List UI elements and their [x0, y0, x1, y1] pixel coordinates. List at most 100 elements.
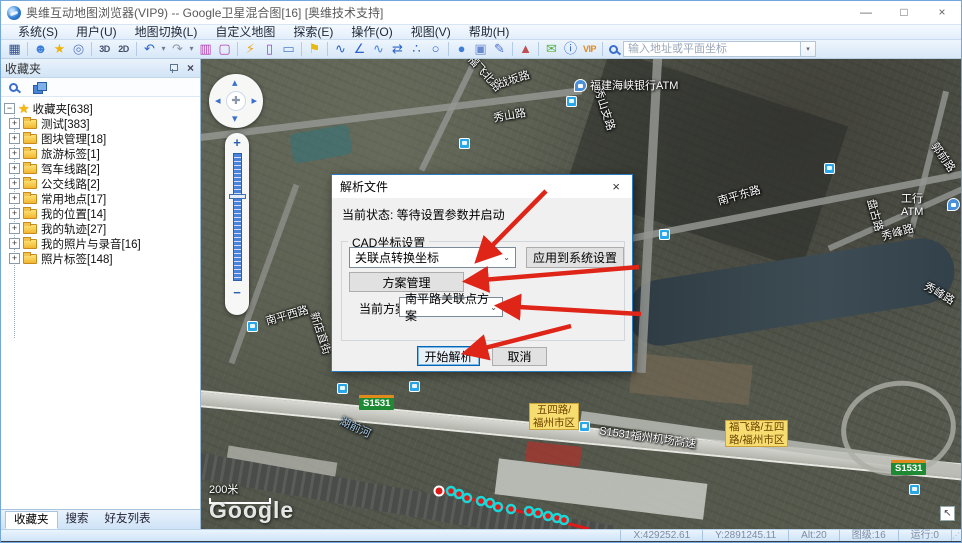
collapse-icon[interactable]: − — [4, 103, 15, 114]
pin-icon[interactable] — [169, 64, 177, 72]
angle-icon[interactable]: ∠ — [350, 40, 369, 58]
expand-icon[interactable]: + — [9, 223, 20, 234]
sidebar-tab-0[interactable]: 收藏夹 — [5, 511, 58, 529]
dialog-close-icon[interactable]: × — [608, 179, 624, 194]
sidebar-tab-1[interactable]: 搜索 — [58, 511, 97, 529]
transit-marker[interactable] — [337, 383, 348, 394]
tree-item-7[interactable]: +我的轨迹[27] — [1, 221, 200, 236]
transit-marker[interactable] — [247, 321, 258, 332]
placemark-flag-icon[interactable]: ⚑ — [305, 40, 324, 58]
menu-item-4[interactable]: 探索(E) — [284, 25, 342, 40]
signal-tower-icon[interactable]: ▲ — [516, 40, 535, 58]
track-point[interactable] — [455, 490, 463, 498]
menu-item-2[interactable]: 地图切换(L) — [126, 25, 207, 40]
panel-close-icon[interactable]: × — [187, 62, 194, 74]
zoom-in-button[interactable]: + — [233, 133, 241, 151]
selection-icon[interactable]: ▢ — [215, 40, 234, 58]
resize-grip-icon[interactable]: ⋰ — [951, 530, 961, 541]
undo-icon[interactable]: ↶ — [140, 40, 159, 58]
tree-item-9[interactable]: +照片标签[148] — [1, 251, 200, 266]
menu-item-5[interactable]: 操作(O) — [342, 25, 401, 40]
toggle-3d-2d-icon[interactable]: 2D — [114, 40, 133, 58]
pencil-icon[interactable]: ✎ — [490, 40, 509, 58]
tree-root-favorites[interactable]: −★收藏夹[638] — [1, 101, 200, 116]
ruler-icon[interactable]: ▯ — [260, 40, 279, 58]
apply-to-system-button[interactable]: 应用到系统设置 — [526, 247, 624, 268]
zoom-slider[interactable]: + − — [225, 133, 249, 315]
view-3d-icon[interactable]: 3D — [95, 40, 114, 58]
tree-item-8[interactable]: +我的照片与录音[16] — [1, 236, 200, 251]
expand-icon[interactable]: + — [9, 133, 20, 144]
pan-down-icon[interactable]: ▾ — [232, 114, 238, 124]
close-button[interactable]: × — [923, 1, 961, 24]
dots-path-icon[interactable]: ∴ — [407, 40, 426, 58]
track-point[interactable] — [447, 487, 455, 495]
tree-item-6[interactable]: +我的位置[14] — [1, 206, 200, 221]
start-parse-button[interactable]: 开始解析 — [417, 346, 480, 366]
sphere-icon[interactable]: ● — [452, 40, 471, 58]
expand-icon[interactable]: + — [9, 208, 20, 219]
user-icon[interactable]: ☻ — [31, 40, 50, 58]
tree-item-2[interactable]: +旅游标签[1] — [1, 146, 200, 161]
transit-marker[interactable] — [659, 229, 670, 240]
search-input[interactable] — [623, 41, 801, 57]
redo-caret-icon[interactable]: ▾ — [187, 40, 196, 58]
delete-icon[interactable]: ▥ — [196, 40, 215, 58]
menu-item-1[interactable]: 用户(U) — [67, 25, 126, 40]
pan-right-icon[interactable]: ▸ — [251, 96, 257, 106]
sidebar-tab-2[interactable]: 好友列表 — [97, 511, 159, 529]
screen-icon[interactable]: ▭ — [279, 40, 298, 58]
zoom-handle[interactable] — [229, 194, 246, 199]
binoculars-icon[interactable]: ◎ — [69, 40, 88, 58]
route-icon[interactable]: ⇄ — [388, 40, 407, 58]
expand-icon[interactable]: + — [9, 238, 20, 249]
undo-caret-icon[interactable]: ▾ — [159, 40, 168, 58]
expand-icon[interactable]: + — [9, 193, 20, 204]
search-dropdown-button[interactable]: ▾ — [801, 41, 816, 57]
transit-marker[interactable] — [409, 381, 420, 392]
polyline-icon[interactable]: ∿ — [331, 40, 350, 58]
transit-marker[interactable] — [566, 96, 577, 107]
tree-item-1[interactable]: +图块管理[18] — [1, 131, 200, 146]
redo-icon[interactable]: ↷ — [168, 40, 187, 58]
menu-item-0[interactable]: 系统(S) — [9, 25, 67, 40]
scheme-manage-button[interactable]: 方案管理 — [349, 272, 464, 292]
current-scheme-combobox[interactable]: 南平路关联点方案 ⌄ — [399, 297, 503, 317]
zoom-track[interactable] — [233, 153, 242, 281]
image-icon[interactable]: ▣ — [471, 40, 490, 58]
transit-marker[interactable] — [579, 421, 590, 432]
favorites-star-icon[interactable]: ★ — [50, 40, 69, 58]
menu-item-7[interactable]: 帮助(H) — [460, 25, 519, 40]
tree-item-0[interactable]: +测试[383] — [1, 116, 200, 131]
tree-item-3[interactable]: +驾车线路[2] — [1, 161, 200, 176]
cancel-button[interactable]: 取消 — [492, 347, 547, 366]
transit-marker[interactable] — [824, 163, 835, 174]
chat-icon[interactable]: ✉ — [542, 40, 561, 58]
tree-search-icon[interactable] — [9, 83, 18, 92]
pan-control[interactable]: ▴ ▾ ◂ ▸ ✚ — [209, 74, 263, 128]
maximize-button[interactable]: □ — [885, 1, 923, 24]
menu-item-3[interactable]: 自定义地图 — [206, 25, 284, 40]
transit-marker[interactable] — [459, 138, 470, 149]
expand-icon[interactable]: + — [9, 253, 20, 264]
menu-item-6[interactable]: 视图(V) — [402, 25, 460, 40]
curve-icon[interactable]: ∿ — [369, 40, 388, 58]
nav-nw-arrow[interactable]: ↖ — [940, 506, 955, 521]
lightning-icon[interactable]: ⚡ — [241, 40, 260, 58]
expand-icon[interactable]: + — [9, 148, 20, 159]
pan-left-icon[interactable]: ◂ — [215, 96, 221, 106]
save-icon[interactable]: ▦ — [5, 40, 24, 58]
circle-icon[interactable]: ○ — [426, 40, 445, 58]
pan-hand-icon[interactable]: ✚ — [226, 91, 246, 111]
pan-up-icon[interactable]: ▴ — [232, 78, 238, 88]
expand-icon[interactable]: + — [9, 163, 20, 174]
info-icon[interactable]: ⓘ — [561, 40, 580, 58]
tree-item-5[interactable]: +常用地点[17] — [1, 191, 200, 206]
transit-marker[interactable] — [909, 484, 920, 495]
vip-icon[interactable]: VIP — [580, 40, 599, 58]
tree-item-4[interactable]: +公交线路[2] — [1, 176, 200, 191]
expand-icon[interactable]: + — [9, 118, 20, 129]
expand-icon[interactable]: + — [9, 178, 20, 189]
coord-mode-combobox[interactable]: 关联点转换坐标 ⌄ — [349, 247, 516, 268]
layers-icon[interactable] — [33, 82, 45, 93]
